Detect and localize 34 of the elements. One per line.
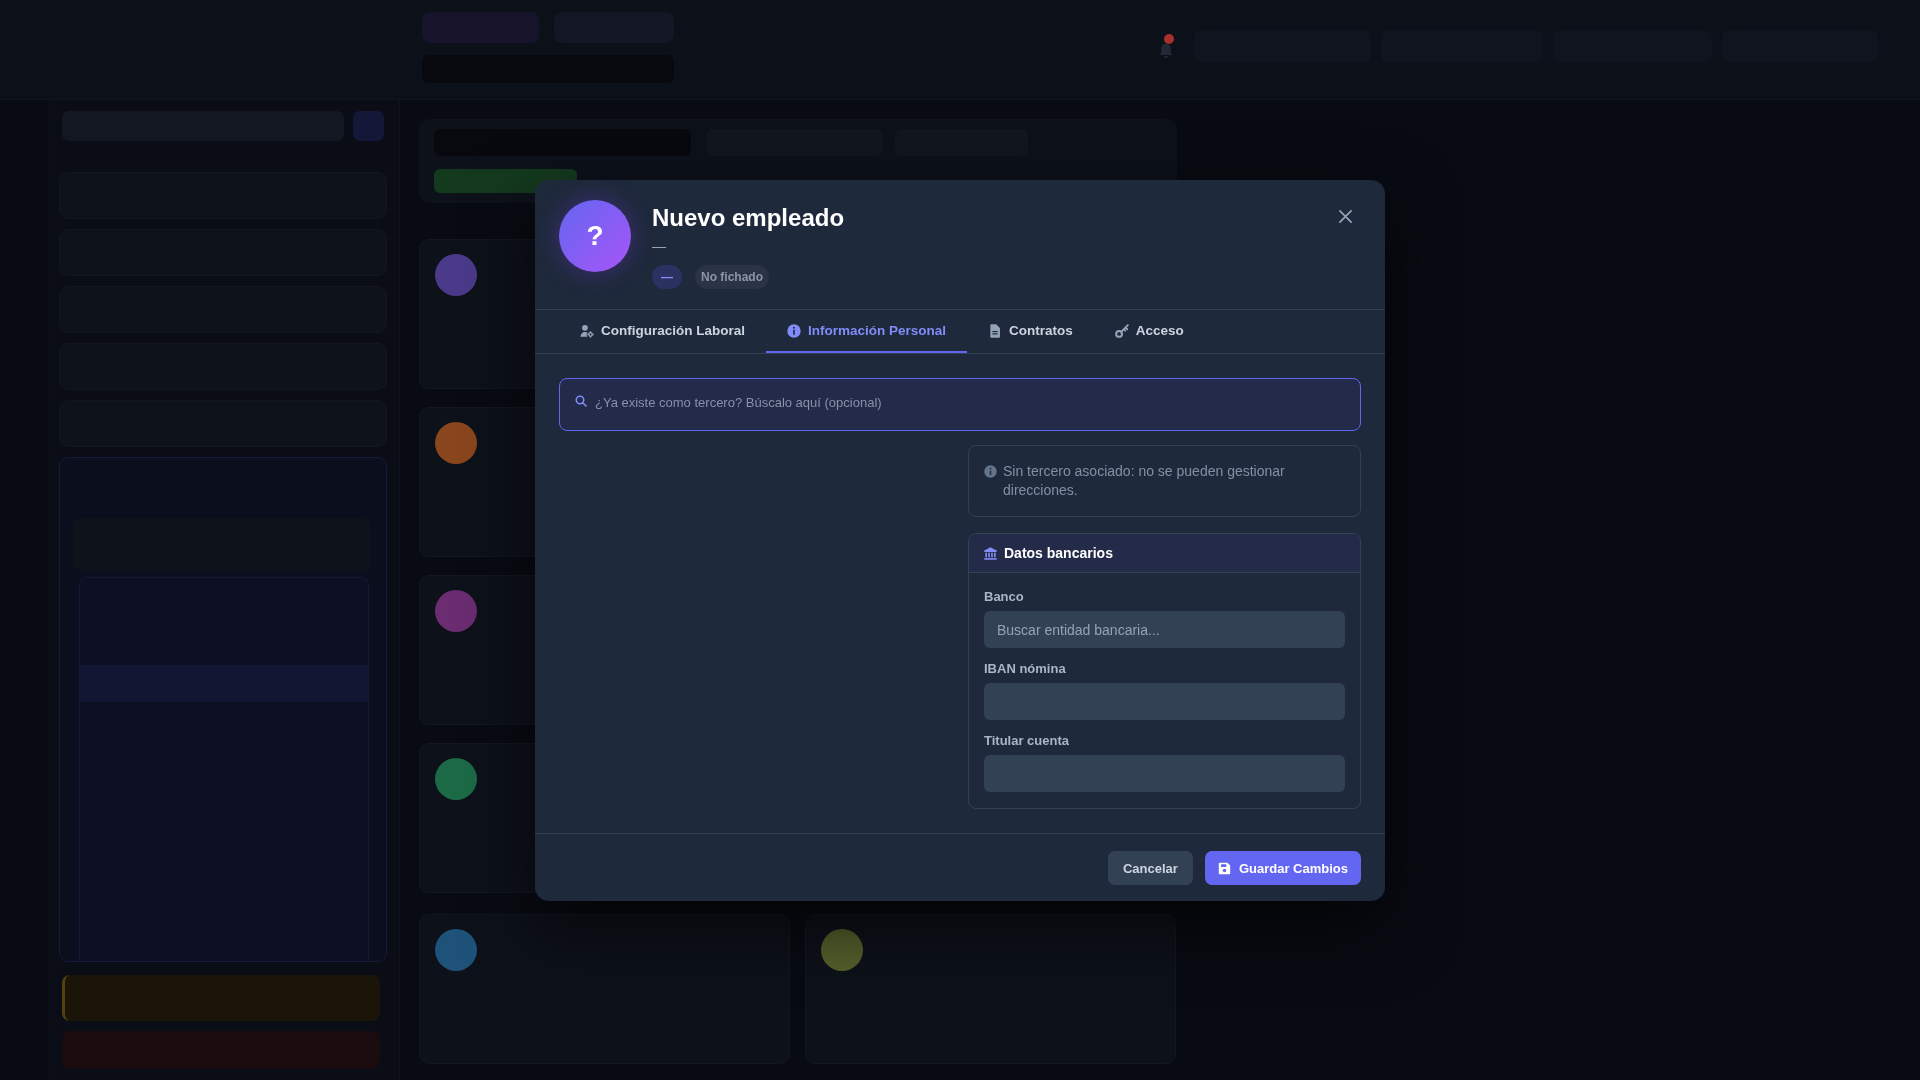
role-badge: — xyxy=(652,265,682,289)
key-icon xyxy=(1114,324,1129,338)
search-field[interactable]: ¿Ya existe como tercero? Búscalo aquí (opcional) xyxy=(559,378,1361,431)
document-icon xyxy=(988,324,1003,338)
field-label: Titular cuenta xyxy=(984,733,1070,749)
info-icon xyxy=(984,465,997,478)
cancel-button[interactable]: Cancelar xyxy=(1108,851,1193,885)
notice-text: Sin tercero asociado: no se pueden gestionar direcciones. xyxy=(1003,462,1286,500)
close-icon xyxy=(1337,208,1353,224)
employee-card[interactable] xyxy=(419,914,790,1064)
tab[interactable]: Acceso xyxy=(1093,310,1205,353)
info-icon xyxy=(787,324,801,338)
employee-card[interactable] xyxy=(805,914,1176,1064)
field-label: Banco xyxy=(984,589,1025,605)
active-menu-item[interactable] xyxy=(80,665,368,702)
dialog-title: Nuevo empleado xyxy=(652,203,845,233)
tab[interactable]: Configuración Laboral xyxy=(559,310,766,353)
user-gear-icon xyxy=(580,324,594,338)
tab[interactable]: Contratos xyxy=(967,310,1094,353)
bell-icon[interactable] xyxy=(1158,42,1174,59)
panel-title: Datos bancarios xyxy=(1004,545,1113,561)
input-field[interactable] xyxy=(984,683,1345,720)
save-button[interactable]: Guardar Cambios xyxy=(1204,851,1361,885)
bank-icon xyxy=(984,546,997,560)
field-label: IBAN nómina xyxy=(984,661,1067,677)
input-field[interactable]: Buscar entidad bancaria... xyxy=(984,611,1345,648)
status-badge: No fichado xyxy=(695,265,769,289)
avatar-circle: ? xyxy=(559,200,631,272)
sidebar-action-button[interactable] xyxy=(353,111,384,141)
save-icon xyxy=(1217,861,1231,875)
dialog-subtitle: — xyxy=(652,237,666,256)
tab[interactable]: Información Personal xyxy=(766,310,968,353)
input-field[interactable] xyxy=(984,755,1345,792)
search-icon xyxy=(575,395,587,407)
